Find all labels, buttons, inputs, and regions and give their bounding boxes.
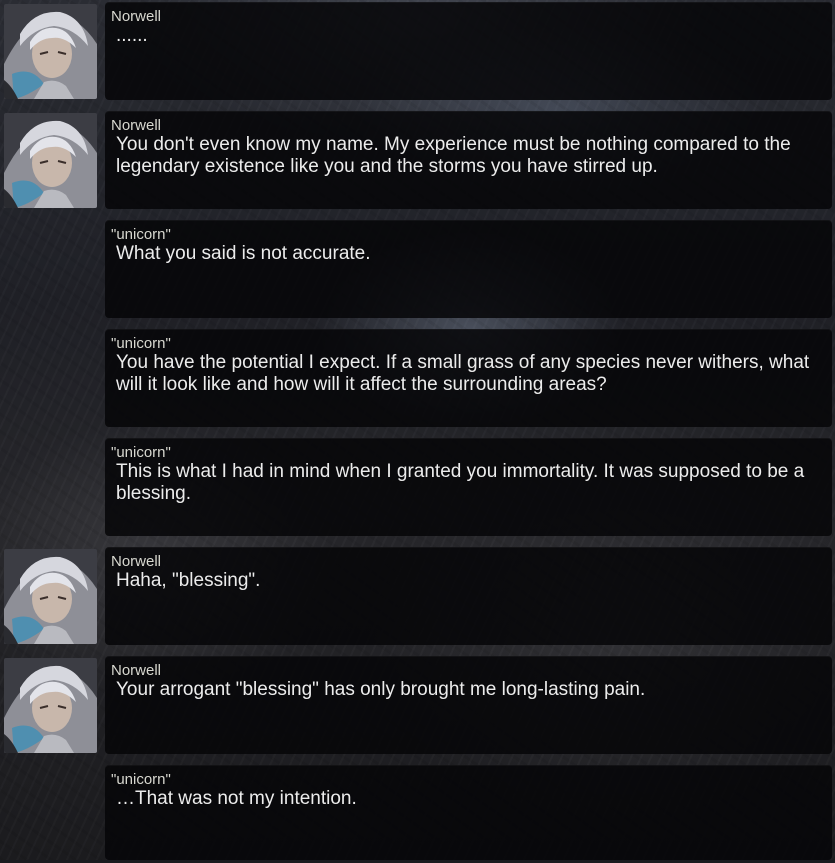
dialogue-text: …That was not my intention. xyxy=(116,788,357,809)
portrait-icon xyxy=(4,113,97,208)
dialogue-entry: "unicorn" What you said is not accurate. xyxy=(0,220,835,318)
speaker-name: "unicorn" xyxy=(111,335,171,352)
dialogue-box: Norwell Haha, "blessing". xyxy=(105,547,832,645)
dialogue-box: Norwell You don't even know my name. My … xyxy=(105,111,832,209)
norwell-avatar xyxy=(4,658,97,753)
dialogue-box: "unicorn" This is what I had in mind whe… xyxy=(105,438,832,536)
norwell-avatar xyxy=(4,113,97,208)
speaker-name: "unicorn" xyxy=(111,226,171,243)
speaker-name: "unicorn" xyxy=(111,771,171,788)
dialogue-entry: "unicorn" …That was not my intention. xyxy=(0,765,835,863)
portrait-icon xyxy=(4,658,97,753)
dialogue-entry: "unicorn" This is what I had in mind whe… xyxy=(0,438,835,536)
dialogue-text: Your arrogant "blessing" has only brough… xyxy=(116,679,646,700)
dialogue-box: "unicorn" …That was not my intention. xyxy=(105,765,832,860)
dialogue-box: "unicorn" What you said is not accurate. xyxy=(105,220,832,318)
dialogue-text: This is what I had in mind when I grante… xyxy=(116,461,805,504)
portrait-icon xyxy=(4,549,97,644)
dialogue-text: You have the potential I expect. If a sm… xyxy=(116,352,810,395)
portrait-icon xyxy=(4,4,97,99)
dialogue-box: "unicorn" You have the potential I expec… xyxy=(105,329,832,427)
dialogue-text: What you said is not accurate. xyxy=(116,243,371,264)
norwell-avatar xyxy=(4,549,97,644)
dialogue-entry: Norwell You don't even know my name. My … xyxy=(0,111,835,209)
dialogue-text: You don't even know my name. My experien… xyxy=(116,134,791,177)
speaker-name: Norwell xyxy=(111,553,162,570)
dialogue-entry: Norwell ...... xyxy=(0,2,835,100)
dialogue-box: Norwell ...... xyxy=(105,2,832,100)
norwell-avatar xyxy=(4,4,97,99)
speaker-name: Norwell xyxy=(111,8,162,25)
dialogue-text: Haha, "blessing". xyxy=(116,570,261,591)
dialogue-box: Norwell Your arrogant "blessing" has onl… xyxy=(105,656,832,754)
dialogue-entry: "unicorn" You have the potential I expec… xyxy=(0,329,835,427)
dialogue-entry: Norwell Haha, "blessing". xyxy=(0,547,835,645)
speaker-name: Norwell xyxy=(111,662,162,679)
dialogue-entry: Norwell Your arrogant "blessing" has onl… xyxy=(0,656,835,754)
dialogue-text: ...... xyxy=(116,25,148,46)
speaker-name: "unicorn" xyxy=(111,444,171,461)
speaker-name: Norwell xyxy=(111,117,162,134)
